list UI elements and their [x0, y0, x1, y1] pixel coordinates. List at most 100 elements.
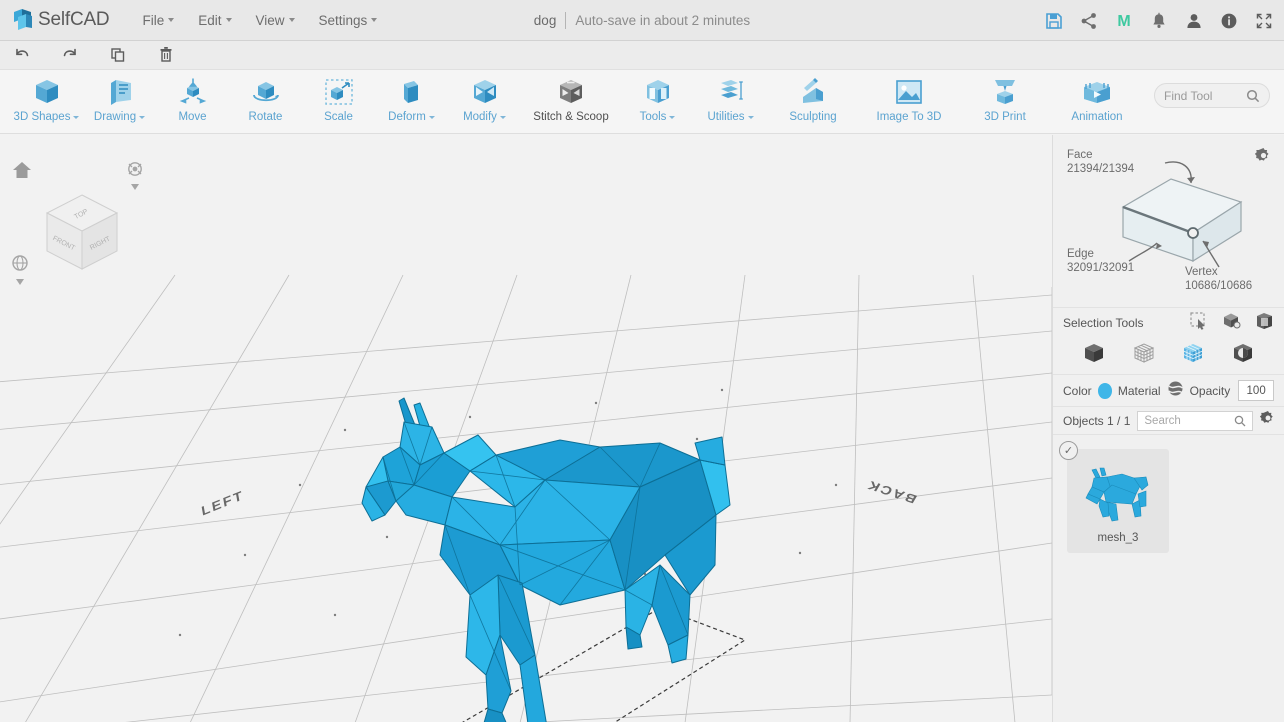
header-icon-group: M — [1043, 0, 1274, 41]
chevron-down-icon — [669, 115, 676, 119]
chevron-down-icon — [225, 18, 232, 22]
objects-search-placeholder: Search — [1144, 414, 1181, 427]
undo-redo-toolbar — [0, 41, 1284, 70]
color-swatch[interactable] — [1097, 382, 1112, 399]
delete-button[interactable] — [152, 44, 180, 66]
tool-animation[interactable]: Animation — [1051, 70, 1143, 132]
drawing-icon — [103, 74, 137, 110]
image-to-3d-icon — [892, 74, 926, 110]
info-icon[interactable] — [1218, 10, 1239, 31]
wireframe-mode-icon[interactable] — [1132, 341, 1156, 370]
right-panel: Face 21394/21394 Edge 32091/32091 Vertex… — [1052, 135, 1284, 722]
object-name: mesh_3 — [1097, 532, 1139, 544]
objects-row: Objects 1 / 1 Search — [1053, 407, 1284, 435]
menu-edit-label: Edit — [198, 12, 222, 28]
tool-image-to-3d-label: Image To 3D — [876, 111, 942, 123]
tool-modify[interactable]: Modify — [448, 70, 521, 132]
tool-image-to-3d[interactable]: Image To 3D — [859, 70, 959, 132]
animation-icon — [1080, 74, 1114, 110]
opacity-input[interactable]: 100 — [1238, 380, 1274, 401]
menu-view[interactable]: View — [245, 7, 306, 34]
tool-3d-print[interactable]: 3D Print — [959, 70, 1051, 132]
tool-sculpting[interactable]: Sculpting — [767, 70, 859, 132]
tool-3d-print-label: 3D Print — [984, 111, 1026, 123]
selection-tools-icons — [1189, 311, 1274, 335]
tool-move-label: Move — [178, 111, 207, 123]
tool-stitch-and-scoop[interactable]: Stitch & Scoop — [521, 70, 621, 132]
tool-drawing[interactable]: Drawing — [83, 70, 156, 132]
opacity-label: Opacity — [1189, 383, 1231, 398]
menu-view-label: View — [255, 12, 285, 28]
tools-icon — [641, 74, 675, 110]
tool-utilities[interactable]: Utilities — [694, 70, 767, 132]
notifications-bell-icon[interactable] — [1148, 10, 1169, 31]
brand-name: SelfCAD — [38, 9, 110, 30]
account-person-icon[interactable] — [1183, 10, 1204, 31]
tool-3d-shapes-label: 3D Shapes — [14, 111, 80, 123]
chevron-down-icon — [747, 115, 754, 119]
brand-logo[interactable]: SelfCAD — [0, 8, 110, 32]
find-tool-input[interactable]: Find Tool — [1154, 83, 1270, 108]
tool-deform[interactable]: Deform — [375, 70, 448, 132]
share-icon[interactable] — [1078, 10, 1099, 31]
objects-settings-gear-icon[interactable] — [1259, 410, 1276, 431]
object-select-icon[interactable] — [1255, 311, 1274, 335]
menu-edit[interactable]: Edit — [187, 7, 242, 34]
face-select-icon[interactable] — [1222, 311, 1241, 335]
xray-mode-icon[interactable] — [1231, 341, 1255, 370]
solid-mode-icon[interactable] — [1082, 341, 1106, 370]
menu-file-label: File — [142, 12, 165, 28]
main-toolbar: 3D Shapes Drawing Move Rotate Scale Defo… — [0, 70, 1284, 134]
chevron-down-icon — [288, 18, 295, 22]
app-header: SelfCAD File Edit View Settings dog Auto… — [0, 0, 1284, 41]
tool-tools-label: Tools — [640, 111, 676, 123]
utilities-icon — [714, 74, 748, 110]
copy-button[interactable] — [104, 44, 132, 66]
undo-button[interactable] — [8, 44, 36, 66]
object-selected-check-icon[interactable]: ✓ — [1059, 441, 1078, 460]
material-row: Color Material Opacity 100 — [1053, 375, 1284, 407]
chevron-down-icon — [371, 18, 378, 22]
search-icon — [1234, 415, 1246, 426]
selection-tools-row: Selection Tools — [1053, 307, 1284, 337]
object-thumbnail — [1072, 454, 1164, 530]
tool-3d-shapes[interactable]: 3D Shapes — [10, 70, 83, 132]
menu-file[interactable]: File — [131, 7, 185, 34]
main-menu-bar: File Edit View Settings — [131, 7, 388, 34]
svg-text:M: M — [1117, 13, 1130, 30]
chevron-down-icon — [73, 115, 80, 119]
tool-move[interactable]: Move — [156, 70, 229, 132]
title-divider — [565, 12, 567, 29]
tool-stitch-and-scoop-label: Stitch & Scoop — [533, 111, 609, 123]
redo-button[interactable] — [56, 44, 84, 66]
autosave-status: Auto-save in about 2 minutes — [575, 13, 751, 28]
material-icon[interactable] — [1167, 380, 1184, 402]
fullscreen-icon[interactable] — [1253, 10, 1274, 31]
rotate-icon — [249, 74, 283, 110]
rectangle-select-icon[interactable] — [1189, 311, 1208, 335]
tool-sculpting-label: Sculpting — [789, 111, 837, 123]
chevron-down-icon — [139, 115, 146, 119]
selfcad-application: SelfCAD File Edit View Settings dog Auto… — [0, 0, 1284, 722]
3d-viewport[interactable]: Y X Z LEFT BACK TOP FRONT RIGHT — [0, 135, 1052, 722]
menu-settings-label: Settings — [318, 12, 368, 28]
viewport-canvas: Y X Z — [0, 135, 1052, 722]
tool-scale[interactable]: Scale — [302, 70, 375, 132]
tool-rotate[interactable]: Rotate — [229, 70, 302, 132]
marketplace-m-icon[interactable]: M — [1113, 10, 1134, 31]
objects-search-input[interactable]: Search — [1137, 410, 1253, 431]
tool-deform-label: Deform — [388, 111, 435, 123]
selection-tools-label: Selection Tools — [1063, 315, 1144, 330]
tool-modify-label: Modify — [463, 111, 506, 123]
tool-tools[interactable]: Tools — [621, 70, 694, 132]
chevron-down-icon — [428, 115, 435, 119]
mesh-statistics-panel: Face 21394/21394 Edge 32091/32091 Vertex… — [1053, 135, 1284, 307]
display-modes-row — [1053, 337, 1284, 375]
save-icon[interactable] — [1043, 10, 1064, 31]
object-card-mesh-3[interactable]: ✓ mesh_3 — [1059, 441, 1169, 553]
tool-rotate-label: Rotate — [248, 111, 283, 123]
sculpting-icon — [796, 74, 830, 110]
find-tool-placeholder: Find Tool — [1164, 88, 1213, 103]
shaded-wireframe-mode-icon[interactable] — [1181, 341, 1205, 370]
menu-settings[interactable]: Settings — [308, 7, 389, 34]
